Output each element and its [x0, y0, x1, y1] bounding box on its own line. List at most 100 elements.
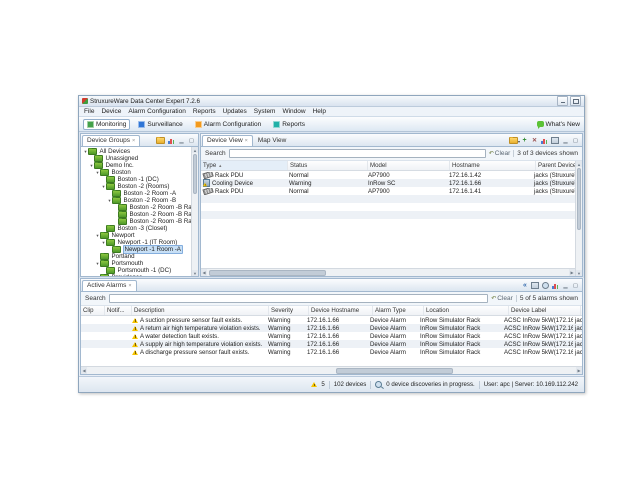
scroll-right-icon[interactable]: ▶	[576, 367, 582, 374]
scroll-thumb[interactable]	[577, 168, 581, 230]
close-icon[interactable]: ×	[132, 138, 135, 144]
tree-item-boston-2-room-a[interactable]: Boston -2 Room -A	[81, 190, 191, 197]
column-header-device-hostname[interactable]: Device Hostname	[309, 306, 373, 315]
tree-item-all-devices[interactable]: ▾All Devices	[81, 148, 191, 155]
close-icon[interactable]: ×	[128, 283, 131, 289]
menu-system[interactable]: System	[254, 108, 276, 115]
tree-item-boston-2-room-b-rack-1[interactable]: Boston -2 Room -B Rack -1	[81, 204, 191, 211]
tree-item-providence[interactable]: Providence	[81, 274, 191, 276]
alarm-horizontal-scrollbar[interactable]: ◀ ▶	[81, 366, 582, 374]
scroll-down-icon[interactable]: ▼	[576, 270, 582, 276]
column-header-parent-device[interactable]: Parent Device	[581, 306, 582, 315]
tree-item-portsmouth-1-dc[interactable]: Portsmouth -1 (DC)	[81, 267, 191, 274]
scroll-right-icon[interactable]: ▶	[569, 269, 575, 276]
tree-item-newport-1-room-a[interactable]: Newport -1 Room -A	[81, 246, 191, 253]
scroll-down-icon[interactable]: ▼	[192, 270, 198, 276]
menu-device[interactable]: Device	[101, 108, 121, 115]
perspective-reports[interactable]: Reports	[269, 119, 309, 130]
new-group-folder-icon[interactable]	[156, 137, 165, 144]
column-header-device-label[interactable]: Device Label	[509, 306, 581, 315]
whats-new-button[interactable]: What's New	[537, 121, 580, 128]
table-icon[interactable]	[551, 137, 559, 144]
pin-icon[interactable]	[542, 282, 549, 289]
column-header-type[interactable]: Type▲	[201, 161, 288, 170]
table-icon[interactable]	[531, 282, 539, 289]
tree-item-boston-2-rooms[interactable]: ▾Boston -2 (Rooms)	[81, 183, 191, 190]
tree-item-demo-inc[interactable]: ▾Demo Inc.	[81, 162, 191, 169]
tree-item-boston-2-room-b-rack-3[interactable]: Boston -2 Room -B Rack -3	[81, 218, 191, 225]
menu-help[interactable]: Help	[313, 108, 326, 115]
chart-icon[interactable]	[552, 283, 559, 289]
scroll-up-icon[interactable]: ▲	[192, 147, 198, 153]
tab-active-alarms[interactable]: Active Alarms ×	[82, 280, 137, 291]
tree-item-boston-2-room-b[interactable]: ▾Boston -2 Room -B	[81, 197, 191, 204]
device-search-input[interactable]	[229, 149, 486, 158]
window-minimize-button[interactable]	[557, 96, 568, 106]
column-header-hostname[interactable]: Hostname	[450, 161, 536, 170]
chart-icon[interactable]	[168, 138, 175, 144]
tree-item-portland[interactable]: Portland	[81, 253, 191, 260]
device-search-clear-button[interactable]: ↶ Clear	[489, 150, 511, 157]
folder-dropdown-icon[interactable]: ▾	[509, 137, 518, 144]
column-header-status[interactable]: Status	[288, 161, 368, 170]
scroll-left-icon[interactable]: ◀	[81, 367, 87, 374]
delete-device-icon[interactable]: ✕	[531, 137, 538, 144]
minimize-view-icon[interactable]: ▁	[562, 282, 569, 289]
alarm-row[interactable]: A return air high temperature violation …	[81, 324, 582, 332]
menu-file[interactable]: File	[84, 108, 94, 115]
tree-item-boston-3-closet[interactable]: Boston -3 (Closet)	[81, 225, 191, 232]
close-icon[interactable]: ×	[245, 138, 248, 144]
maximize-view-icon[interactable]: ▢	[572, 137, 579, 144]
tree-item-unassigned[interactable]: Unassigned	[81, 155, 191, 162]
menu-alarm-configuration[interactable]: Alarm Configuration	[128, 108, 185, 115]
scroll-up-icon[interactable]: ▲	[576, 161, 582, 167]
window-maximize-button[interactable]	[570, 96, 581, 106]
collapse-all-icon[interactable]: «	[521, 282, 528, 289]
column-header-location[interactable]: Location	[424, 306, 509, 315]
column-header-severity[interactable]: Severity	[269, 306, 309, 315]
tree-item-boston-2-room-b-rack-2[interactable]: Boston -2 Room -B Rack -2	[81, 211, 191, 218]
scroll-left-icon[interactable]: ◀	[201, 269, 207, 276]
perspective-monitoring[interactable]: Monitoring	[83, 119, 130, 130]
scroll-track[interactable]	[576, 231, 582, 270]
tree-item-boston-1-dc[interactable]: Boston -1 (DC)	[81, 176, 191, 183]
table-row[interactable]: Rack PDUNormalAP7900172.16.1.41jacks (St…	[201, 187, 575, 195]
tree-item-newport[interactable]: ▾Newport	[81, 232, 191, 239]
alarm-row[interactable]: A supply air high temperature violation …	[81, 340, 582, 348]
tree-item-portsmouth[interactable]: ▾Portsmouth	[81, 260, 191, 267]
perspective-alarm-configuration[interactable]: Alarm Configuration	[191, 119, 265, 130]
chart-icon[interactable]	[541, 138, 548, 144]
menu-reports[interactable]: Reports	[193, 108, 216, 115]
minimize-view-icon[interactable]: ▁	[178, 137, 185, 144]
alarm-row[interactable]: A water detection fault exists.Warning17…	[81, 332, 582, 340]
tab-device-groups[interactable]: Device Groups ×	[82, 135, 140, 146]
alarm-row[interactable]: A discharge pressure sensor fault exists…	[81, 348, 582, 356]
column-header-clip[interactable]: Clip	[81, 306, 105, 315]
menu-window[interactable]: Window	[282, 108, 305, 115]
tab-map-view[interactable]: Map View	[253, 135, 291, 146]
scroll-thumb[interactable]	[193, 154, 197, 194]
table-row[interactable]: Cooling DeviceWarningInRow SC172.16.1.66…	[201, 179, 575, 187]
device-vertical-scrollbar[interactable]: ▲ ▼	[575, 161, 582, 276]
tree-item-boston[interactable]: ▾Boston	[81, 169, 191, 176]
add-device-icon[interactable]: +	[521, 137, 528, 144]
maximize-view-icon[interactable]: ▢	[188, 137, 195, 144]
menu-updates[interactable]: Updates	[223, 108, 247, 115]
alarm-search-clear-button[interactable]: ↶ Clear	[491, 295, 513, 302]
column-header-description[interactable]: Description	[132, 306, 269, 315]
scroll-thumb[interactable]	[336, 368, 453, 374]
device-horizontal-scrollbar[interactable]: ◀ ▶	[201, 268, 575, 276]
maximize-view-icon[interactable]: ▢	[572, 282, 579, 289]
column-header-alarm-type[interactable]: Alarm Type	[373, 306, 424, 315]
perspective-surveillance[interactable]: Surveillance	[134, 119, 186, 130]
table-row[interactable]: Rack PDUNormalAP7900172.16.1.42jacks (St…	[201, 171, 575, 179]
alarm-search-input[interactable]	[109, 294, 489, 303]
minimize-view-icon[interactable]: ▁	[562, 137, 569, 144]
tab-device-view[interactable]: Device View ×	[202, 135, 253, 146]
column-header-model[interactable]: Model	[368, 161, 450, 170]
alarm-row[interactable]: A suction pressure sensor fault exists.W…	[81, 316, 582, 324]
tree-vertical-scrollbar[interactable]: ▲ ▼	[191, 147, 198, 276]
column-header-notif[interactable]: Notif...	[105, 306, 132, 315]
scroll-thumb[interactable]	[209, 270, 326, 276]
scroll-track[interactable]	[192, 195, 198, 270]
